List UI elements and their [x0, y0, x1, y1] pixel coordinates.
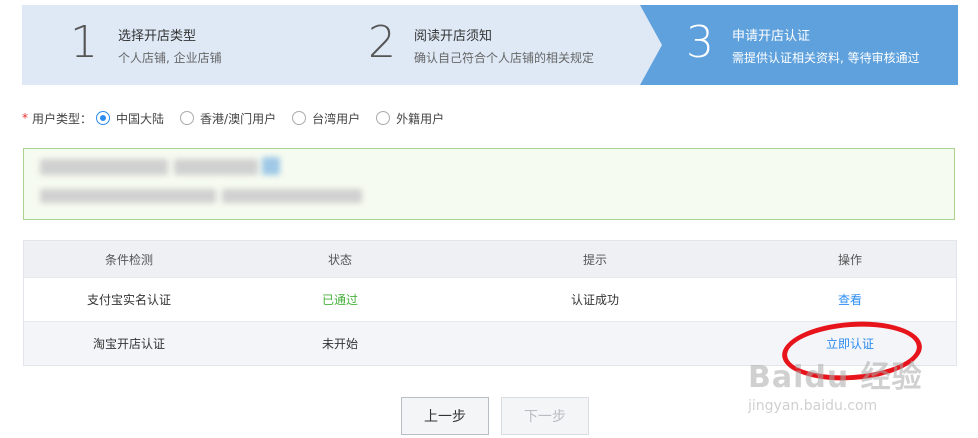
column-header: 状态 [327, 252, 352, 267]
step-description: 个人店铺, 企业店铺 [118, 51, 222, 65]
radio-mainland-china[interactable]: 中国大陆 [96, 110, 164, 127]
baidu-watermark: Baidu 经验 jingyan.baidu.com [748, 352, 923, 414]
view-link[interactable]: 查看 [838, 293, 862, 307]
step-1: 1 选择开店类型 个人店铺, 企业店铺 [22, 5, 344, 85]
status-not-started: 未开始 [321, 337, 358, 351]
radio-foreign[interactable]: 外籍用户 [376, 110, 444, 127]
radio-taiwan[interactable]: 台湾用户 [292, 110, 360, 127]
check-name: 淘宝开店认证 [92, 337, 165, 351]
step-number: 2 [368, 17, 396, 68]
redacted-text [174, 159, 258, 175]
radio-unchecked-icon[interactable] [180, 111, 195, 125]
radio-unchecked-icon[interactable] [292, 111, 307, 125]
user-type-label: 用户类型： [32, 111, 93, 126]
step-title: 申请开店认证 [732, 29, 811, 44]
radio-checked-icon[interactable] [96, 111, 111, 125]
redacted-text [222, 189, 362, 203]
step-description: 确认自己符合个人店铺的相关规定 [414, 51, 595, 65]
check-name: 支付宝实名认证 [86, 293, 171, 307]
radio-label: 台湾用户 [312, 111, 361, 126]
tip-text: 认证成功 [570, 293, 619, 307]
step-2: 2 阅读开店须知 确认自己符合个人店铺的相关规定 [320, 5, 664, 85]
status-passed: 已通过 [321, 293, 358, 307]
redacted-text [40, 189, 216, 203]
step-3-active: 3 申请开店认证 需提供认证相关资料, 等待审核通过 [640, 5, 958, 85]
column-header: 操作 [837, 252, 862, 267]
redacted-text [40, 159, 168, 175]
redacted-text [262, 157, 280, 175]
watermark-brand: Baidu 经验 [748, 360, 923, 395]
column-header: 提示 [582, 252, 607, 267]
radio-unchecked-icon[interactable] [376, 111, 391, 125]
step-description: 需提供认证相关资料, 等待审核通过 [732, 51, 920, 65]
user-type-selector: * 用户类型： 中国大陆 香港/澳门用户 台湾用户 外籍用户 [22, 108, 460, 128]
step-title: 选择开店类型 [118, 29, 197, 44]
table-row: 支付宝实名认证 已通过 认证成功 查看 [24, 277, 956, 321]
step-number: 3 [686, 17, 714, 68]
required-mark: * [22, 111, 28, 125]
previous-step-button[interactable]: 上一步 [401, 397, 489, 435]
radio-hongkong-macau[interactable]: 香港/澳门用户 [180, 110, 276, 127]
radio-label: 外籍用户 [396, 111, 445, 126]
table-header: 条件检测 状态 提示 操作 [24, 241, 956, 277]
radio-label: 中国大陆 [116, 111, 165, 126]
step-number: 1 [70, 17, 98, 68]
watermark-url: jingyan.baidu.com [748, 398, 878, 414]
step-title: 阅读开店须知 [414, 29, 493, 44]
next-step-button-disabled[interactable]: 下一步 [501, 397, 589, 435]
notice-box-redacted [23, 148, 955, 220]
progress-steps: 1 选择开店类型 个人店铺, 企业店铺 2 阅读开店须知 确认自己符合个人店铺的… [22, 5, 958, 85]
column-header: 条件检测 [104, 252, 153, 267]
radio-label: 香港/澳门用户 [200, 111, 277, 126]
